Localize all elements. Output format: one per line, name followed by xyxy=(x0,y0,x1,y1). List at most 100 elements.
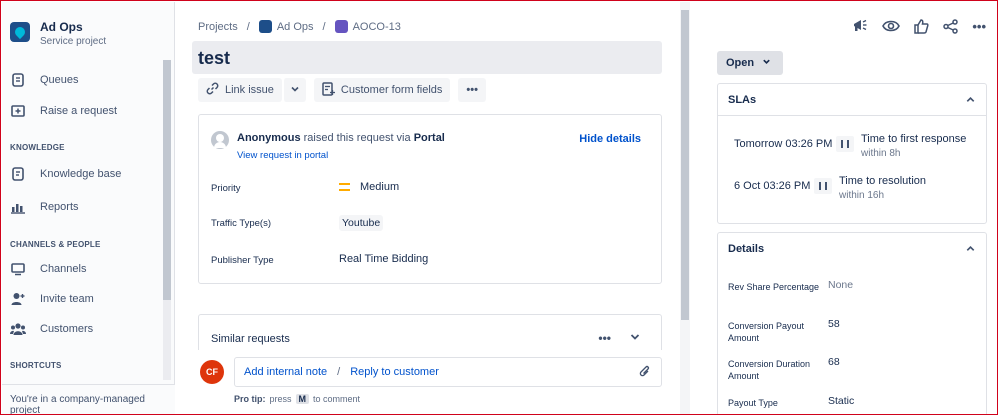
sla-due-time: 6 Oct 03:26 PM xyxy=(734,180,811,192)
title-editor[interactable] xyxy=(192,41,662,74)
chevron-down-icon xyxy=(762,57,771,69)
add-internal-note-button[interactable]: Add internal note xyxy=(244,366,327,378)
breadcrumb-project[interactable]: Ad Ops xyxy=(277,21,314,33)
hide-details-button[interactable]: Hide details xyxy=(579,133,641,145)
attachment-icon[interactable] xyxy=(639,365,651,382)
priority-medium-icon xyxy=(339,183,350,191)
more-icon[interactable]: ••• xyxy=(972,19,986,34)
reply-to-customer-button[interactable]: Reply to customer xyxy=(350,366,439,378)
reports-icon xyxy=(10,199,26,215)
sidebar-item-knowledge-base[interactable]: Knowledge base xyxy=(2,161,162,187)
reporter-line: Anonymous raised this request via Portal xyxy=(237,131,445,145)
pro-tip-text-after: to comment xyxy=(313,394,361,404)
project-header[interactable]: Ad Ops Service project xyxy=(10,20,106,49)
link-issue-label: Link issue xyxy=(225,84,274,96)
feedback-megaphone-icon[interactable] xyxy=(852,18,868,34)
sidebar-item-label: Reports xyxy=(40,201,79,213)
field-label-priority: Priority xyxy=(211,183,241,194)
pause-icon xyxy=(836,136,855,152)
detail-label: Conversion Payout Amount xyxy=(728,321,805,343)
chevron-down-icon[interactable] xyxy=(629,330,641,348)
main-scrollbar[interactable] xyxy=(681,10,689,320)
customers-icon xyxy=(10,321,26,337)
field-value-priority[interactable]: Medium xyxy=(339,181,399,193)
detail-value[interactable]: 58 xyxy=(828,318,840,330)
chevron-up-icon xyxy=(965,243,976,257)
field-value-traffic-type[interactable]: Youtube xyxy=(339,215,384,231)
details-panel: Details Rev Share Percentage None Conver… xyxy=(717,232,987,414)
issue-title[interactable]: test xyxy=(198,48,230,69)
status-dropdown[interactable]: Open xyxy=(717,51,783,75)
sidebar-item-raise-request[interactable]: Raise a request xyxy=(2,98,162,124)
comment-input[interactable]: Add internal note / Reply to customer xyxy=(234,357,662,387)
project-name: Ad Ops xyxy=(40,20,83,34)
details-header[interactable]: Details xyxy=(718,233,986,265)
detail-label: Conversion Duration Amount xyxy=(728,359,811,381)
field-label-publisher-type: Publisher Type xyxy=(211,255,274,266)
sidebar-item-customers[interactable]: Customers xyxy=(2,316,162,342)
breadcrumb: Projects / Ad Ops / AOCO-13 xyxy=(198,20,401,33)
link-issue-button[interactable]: Link issue xyxy=(198,78,282,102)
queues-icon xyxy=(10,72,26,88)
link-icon xyxy=(206,82,219,98)
sla-name: Time to first response xyxy=(861,133,967,145)
similar-more-icon[interactable]: ••• xyxy=(598,331,611,345)
more-actions-button[interactable]: ••• xyxy=(458,78,486,102)
sidebar-scrollbar[interactable] xyxy=(163,60,171,300)
issue-actions: ••• xyxy=(838,18,986,34)
thumbs-up-icon[interactable] xyxy=(914,18,929,34)
detail-value[interactable]: Static xyxy=(828,395,854,407)
knowledge-base-icon xyxy=(10,166,26,182)
sla-name: Time to resolution xyxy=(839,175,927,187)
sidebar-item-queues[interactable]: Queues xyxy=(2,67,162,93)
details-title: Details xyxy=(728,243,765,255)
share-icon[interactable] xyxy=(943,18,959,34)
breadcrumb-projects[interactable]: Projects xyxy=(198,21,238,33)
sidebar-item-invite-team[interactable]: Invite team xyxy=(2,286,162,312)
customer-form-fields-button[interactable]: Customer form fields xyxy=(313,78,451,102)
customer-form-fields-label: Customer form fields xyxy=(340,84,443,96)
pro-tip-prefix: Pro tip: xyxy=(234,394,266,404)
pause-icon xyxy=(814,178,833,194)
reporter-channel: Portal xyxy=(413,132,445,144)
nav-heading-knowledge: KNOWLEDGE xyxy=(10,143,65,152)
nav-heading-channels: CHANNELS & PEOPLE xyxy=(10,240,101,249)
issue-main: Projects / Ad Ops / AOCO-13 test Link is… xyxy=(176,2,690,414)
reporter-action: raised this request via xyxy=(300,132,414,144)
app-window: Ad Ops Service project Queues Raise a re… xyxy=(0,0,998,415)
issue-sidebar: ••• Open SLAs Tomorrow 03:26 PM Time to … xyxy=(694,2,997,414)
sidebar-footer: You're in a company-managed project xyxy=(2,384,175,414)
project-type: Service project xyxy=(40,36,107,47)
comment-separator: / xyxy=(337,366,341,378)
watch-eye-icon[interactable] xyxy=(882,19,901,33)
invite-team-icon xyxy=(10,291,26,307)
issue-type-icon xyxy=(334,20,348,33)
detail-value[interactable]: None xyxy=(828,279,853,291)
sla-due-time: Tomorrow 03:26 PM xyxy=(734,138,833,150)
similar-requests-panel: Similar requests ••• xyxy=(198,314,662,354)
similar-requests-title: Similar requests xyxy=(211,333,290,345)
avatar: CF xyxy=(200,360,224,384)
sla-goal: within 8h xyxy=(861,148,901,159)
chevron-up-icon xyxy=(965,94,976,108)
chevron-down-icon xyxy=(290,84,300,97)
sidebar-item-reports[interactable]: Reports xyxy=(2,194,162,220)
sidebar: Ad Ops Service project Queues Raise a re… xyxy=(2,2,175,414)
detail-value[interactable]: 68 xyxy=(828,356,840,368)
sidebar-item-channels[interactable]: Channels xyxy=(2,256,162,282)
link-issue-dropdown[interactable] xyxy=(282,78,306,102)
field-value-publisher-type[interactable]: Real Time Bidding xyxy=(339,253,428,265)
form-icon xyxy=(322,81,335,99)
sla-time-first-response: Tomorrow 03:26 PM xyxy=(734,136,855,152)
project-logo-icon xyxy=(258,20,272,33)
view-in-portal-link[interactable]: View request in portal xyxy=(237,150,445,161)
reporter-name: Anonymous xyxy=(237,132,301,144)
sidebar-item-label: Invite team xyxy=(40,293,94,305)
sla-goal: within 16h xyxy=(839,190,885,201)
channels-icon xyxy=(10,261,26,277)
sla-time-resolution: 6 Oct 03:26 PM xyxy=(734,178,833,194)
project-logo-icon xyxy=(10,22,30,42)
breadcrumb-issue[interactable]: AOCO-13 xyxy=(353,21,401,33)
nav-heading-shortcuts: SHORTCUTS xyxy=(10,361,62,370)
slas-header[interactable]: SLAs xyxy=(718,84,986,116)
